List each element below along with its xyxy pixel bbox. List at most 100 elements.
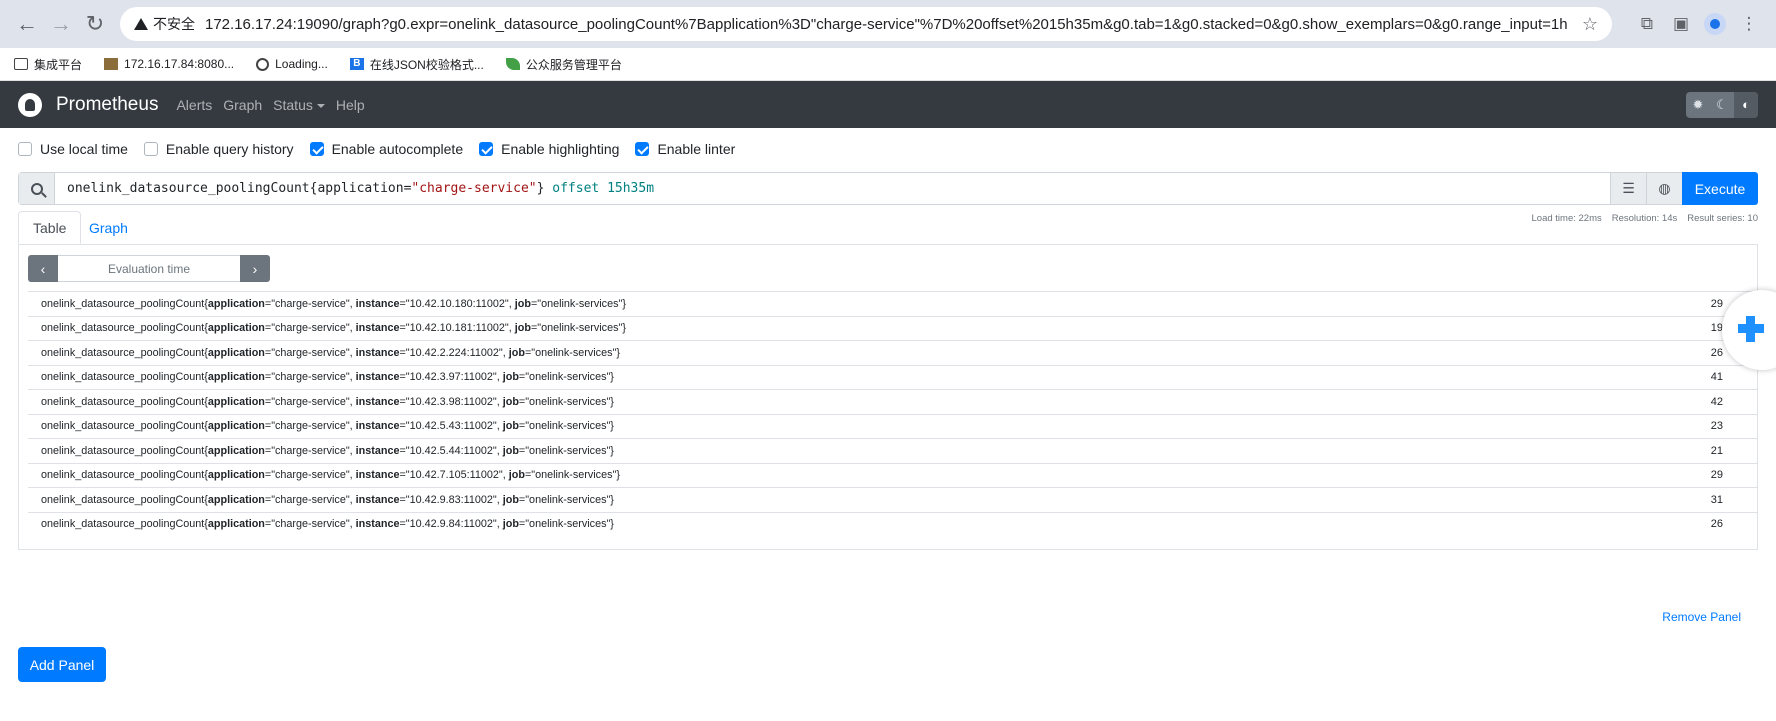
label-value: ="charge-service", <box>264 469 356 482</box>
bookmark-item[interactable]: 集成平台 <box>14 56 82 73</box>
bookmark-item[interactable]: B 在线JSON校验格式... <box>349 56 484 73</box>
instance-value: "10.42.10.180:11002" <box>405 297 509 310</box>
label-key: application <box>207 518 265 531</box>
expression-input[interactable]: onelink_datasource_poolingCount{applicat… <box>55 173 1610 204</box>
bookmark-item[interactable]: 172.16.17.84:8080... <box>104 57 234 71</box>
series-metric: onelink_datasource_poolingCount{ <box>41 395 208 408</box>
image-icon <box>104 58 119 70</box>
option-label: Enable highlighting <box>501 141 620 157</box>
caret-down-icon <box>316 103 325 108</box>
series-label: onelink_datasource_poolingCount{applicat… <box>41 371 614 383</box>
remove-panel-link[interactable]: Remove Panel <box>1662 610 1741 624</box>
profile-avatar[interactable] <box>1698 7 1732 41</box>
prometheus-navbar: Prometheus Alerts Graph Status Help ✹ ☾ … <box>0 81 1776 128</box>
sun-icon[interactable]: ✹ <box>1686 92 1710 118</box>
b-icon: B <box>349 58 364 70</box>
checkbox[interactable] <box>18 142 32 156</box>
bookmark-label: 公众服务管理平台 <box>525 57 622 72</box>
half-circle-icon[interactable]: ◐ <box>1734 91 1758 118</box>
url-text[interactable]: 172.16.17.24:19090/graph?g0.expr=onelink… <box>205 16 1568 33</box>
table-row: onelink_datasource_poolingCount{applicat… <box>28 364 1757 390</box>
label-value: ="charge-service", <box>264 395 356 408</box>
insecure-indicator[interactable]: 不安全 <box>134 14 195 34</box>
address-bar[interactable]: 不安全 172.16.17.24:19090/graph?g0.expr=one… <box>120 7 1612 41</box>
add-panel-button[interactable]: Add Panel <box>18 647 106 682</box>
instance-value: "10.42.10.181:11002" <box>405 322 509 335</box>
table-row: onelink_datasource_poolingCount{applicat… <box>28 315 1757 341</box>
label-value: ="onelink-services"} <box>518 420 614 433</box>
label-key: instance <box>355 518 400 531</box>
bookmark-star-icon[interactable]: ☆ <box>1572 14 1598 35</box>
chevron-left-icon[interactable]: ‹ <box>28 255 58 282</box>
moon-icon[interactable]: ☾ <box>1710 92 1734 118</box>
option-linter[interactable]: Enable linter <box>635 141 735 157</box>
label-value: ="onelink-services"} <box>518 518 614 531</box>
result-series: Result series: 10 <box>1687 213 1758 224</box>
execute-button[interactable]: Execute <box>1682 172 1758 205</box>
label-key: job <box>502 518 519 531</box>
series-label: onelink_datasource_poolingCount{applicat… <box>41 298 626 310</box>
series-metric: onelink_datasource_poolingCount{ <box>41 518 208 531</box>
label-key: application <box>207 346 265 359</box>
nav-dropdown-status[interactable]: Status <box>273 97 325 113</box>
label-key: instance <box>355 395 400 408</box>
checkbox-checked[interactable] <box>635 142 650 156</box>
label-value: ="charge-service", <box>264 518 356 531</box>
bookmarks-bar: 集成平台 172.16.17.84:8080... Loading... B 在线… <box>0 48 1776 81</box>
tab-graph[interactable]: Graph <box>75 211 142 244</box>
option-query-history[interactable]: Enable query history <box>143 141 294 157</box>
instance-value: "10.42.3.98:11002" <box>405 395 497 408</box>
series-value: 26 <box>1710 518 1723 531</box>
expr-label-key: application <box>317 181 404 196</box>
insecure-label: 不安全 <box>153 16 195 32</box>
option-use-local-time[interactable]: Use local time <box>18 141 128 157</box>
option-highlighting[interactable]: Enable highlighting <box>479 141 619 157</box>
table-panel: ‹ Evaluation time › onelink_datasource_p… <box>18 244 1758 550</box>
option-label: Enable linter <box>657 141 736 157</box>
nav-link-help[interactable]: Help <box>336 97 365 113</box>
leaf-icon <box>505 58 520 70</box>
label-key: application <box>207 322 265 335</box>
load-time: Load time: 22ms <box>1531 213 1602 224</box>
label-value: ="charge-service", <box>264 371 356 384</box>
menu-kebab-icon[interactable]: ⋮ <box>1732 7 1766 41</box>
table-row: onelink_datasource_poolingCount{applicat… <box>28 511 1757 537</box>
label-value: ="onelink-services"} <box>524 346 620 359</box>
bookmark-item[interactable]: 公众服务管理平台 <box>505 56 622 73</box>
series-label: onelink_datasource_poolingCount{applicat… <box>41 469 620 481</box>
chevron-right-icon[interactable]: › <box>240 255 270 282</box>
metrics-explorer-globe-icon[interactable]: ◍ <box>1646 173 1682 204</box>
series-metric: onelink_datasource_poolingCount{ <box>41 493 208 506</box>
nav-link-alerts[interactable]: Alerts <box>176 97 212 113</box>
label-value: ="charge-service", <box>264 297 356 310</box>
checkbox-checked[interactable] <box>479 142 494 156</box>
series-value: 29 <box>1710 297 1723 310</box>
side-panel-icon[interactable]: ▣ <box>1664 7 1698 41</box>
series-value: 21 <box>1710 444 1723 457</box>
label-key: job <box>514 297 531 310</box>
series-value: 41 <box>1710 371 1723 384</box>
label-key: job <box>502 395 519 408</box>
label-key: job <box>502 444 519 457</box>
format-expression-icon[interactable]: ☰ <box>1610 173 1646 204</box>
extensions-icon[interactable]: ⧉ <box>1630 7 1664 41</box>
prometheus-logo-icon[interactable] <box>18 92 42 117</box>
evaluation-time-input[interactable]: Evaluation time <box>58 255 240 282</box>
bookmark-item[interactable]: Loading... <box>256 57 328 71</box>
checkbox-checked[interactable] <box>309 142 324 156</box>
checkbox[interactable] <box>143 142 158 156</box>
reload-icon[interactable]: ↻ <box>78 7 112 41</box>
brand-link[interactable]: Prometheus <box>56 94 158 116</box>
status-label: Status <box>273 96 313 113</box>
back-arrow-icon[interactable]: ← <box>10 7 44 41</box>
label-key: job <box>508 469 525 482</box>
nav-link-graph[interactable]: Graph <box>223 97 262 113</box>
label-key: job <box>502 420 519 433</box>
bookmark-label: Loading... <box>275 57 328 71</box>
table-row: onelink_datasource_poolingCount{applicat… <box>28 291 1757 316</box>
option-label: Use local time <box>40 141 128 157</box>
tab-table[interactable]: Table <box>18 211 82 244</box>
label-key: job <box>502 493 519 506</box>
option-autocomplete[interactable]: Enable autocomplete <box>309 141 463 157</box>
forward-arrow-icon[interactable]: → <box>44 7 78 41</box>
